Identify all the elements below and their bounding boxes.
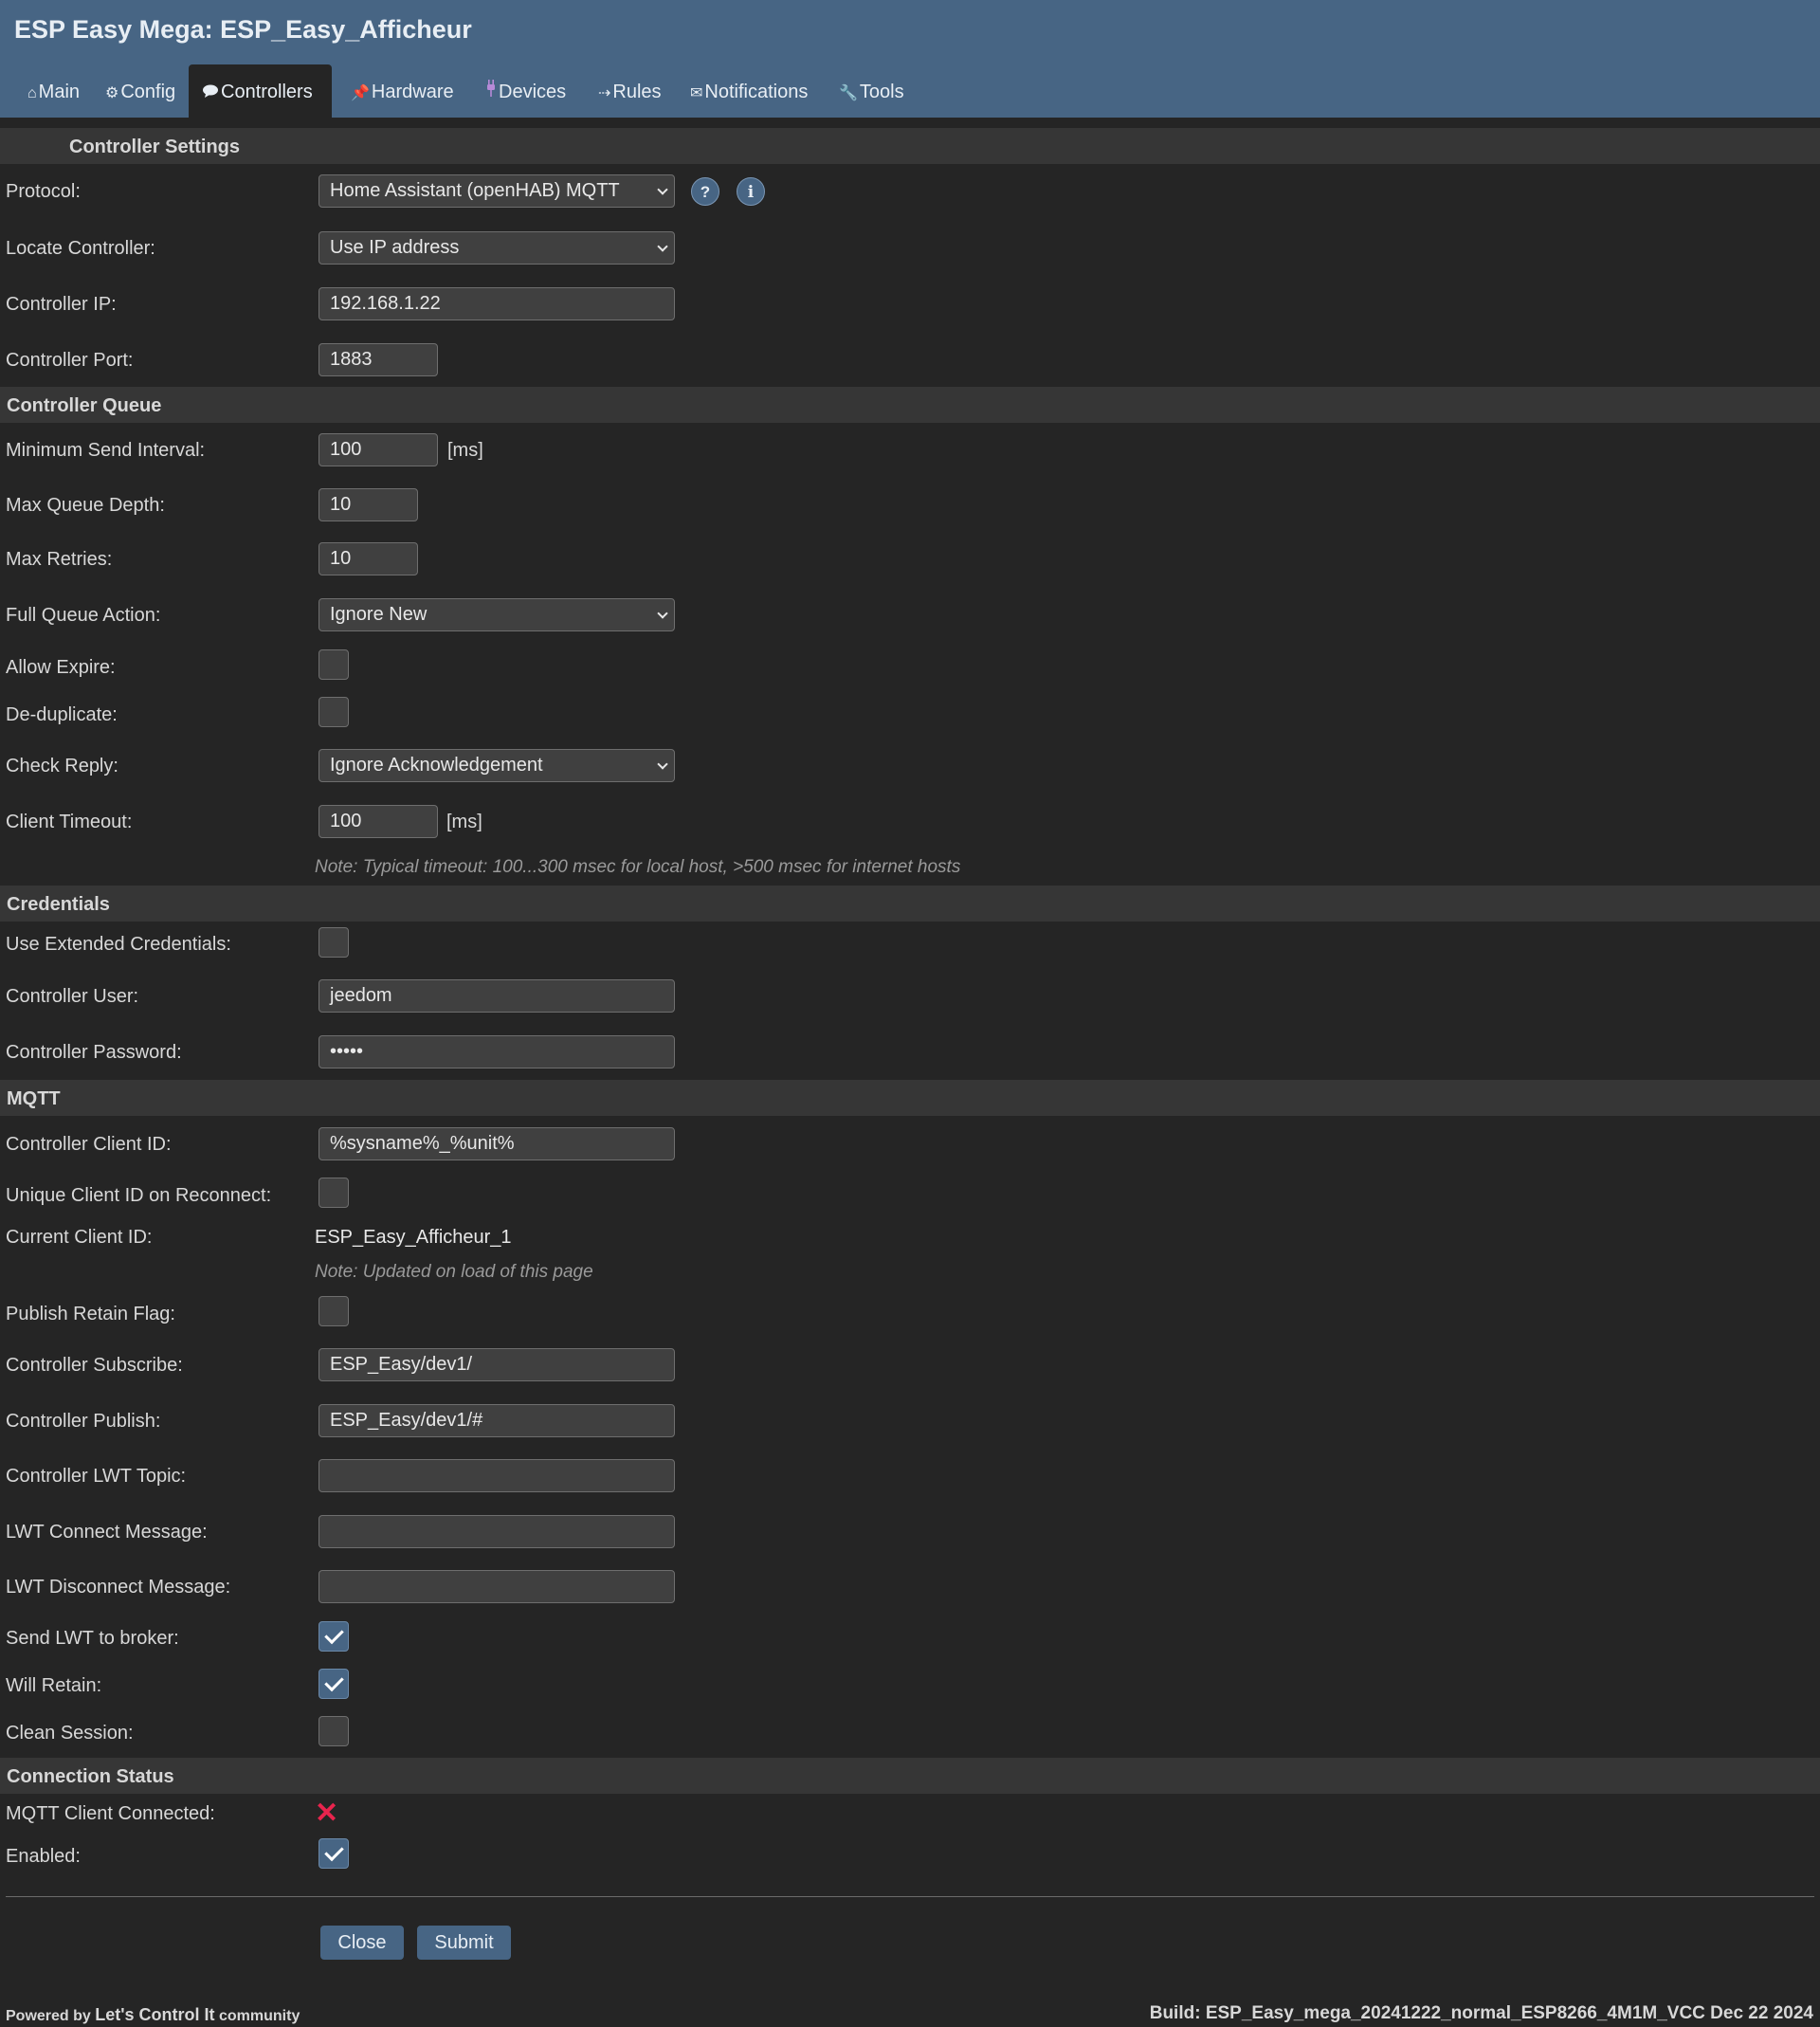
arrow-icon: ⇢	[598, 85, 611, 101]
tab-config[interactable]: ⚙ Config	[92, 64, 189, 118]
full-queue-action-label: Full Queue Action:	[6, 605, 161, 626]
current-client-id-label: Current Client ID:	[6, 1227, 153, 1248]
divider	[6, 1896, 1814, 1897]
lwt-disconnect-input[interactable]	[318, 1570, 675, 1603]
ms-unit-label: [ms]	[446, 812, 482, 832]
lwt-disconnect-label: LWT Disconnect Message:	[6, 1577, 231, 1598]
client-id-input[interactable]: %sysname%_%unit%	[318, 1127, 675, 1160]
clean-session-checkbox[interactable]	[318, 1716, 349, 1746]
max-queue-depth-label: Max Queue Depth:	[6, 495, 165, 516]
controller-subscribe-input[interactable]: ESP_Easy/dev1/	[318, 1348, 675, 1381]
send-lwt-label: Send LWT to broker:	[6, 1628, 179, 1649]
section-heading: Controller Queue	[7, 395, 162, 416]
lwt-connect-input[interactable]	[318, 1515, 675, 1548]
locate-controller-label: Locate Controller:	[6, 238, 155, 259]
home-icon: ⌂	[27, 85, 37, 101]
extended-credentials-label: Use Extended Credentials:	[6, 934, 231, 955]
send-lwt-checkbox[interactable]	[318, 1621, 349, 1652]
tab-tools[interactable]: 🔧 Tools	[826, 64, 918, 118]
controller-password-label: Controller Password:	[6, 1042, 182, 1063]
current-client-id-note: Note: Updated on load of this page	[315, 1262, 593, 1282]
page-title: ESP Easy Mega: ESP_Easy_Afficheur	[14, 15, 472, 44]
controller-password-input[interactable]: •••••	[318, 1035, 675, 1068]
controller-port-input[interactable]: 1883	[318, 343, 438, 376]
pushpin-icon: 📌	[351, 85, 370, 101]
will-retain-checkbox[interactable]	[318, 1669, 349, 1699]
gear-icon: ⚙	[105, 85, 119, 101]
check-reply-label: Check Reply:	[6, 756, 118, 776]
lwt-connect-label: LWT Connect Message:	[6, 1522, 208, 1543]
build-info: Build: ESP_Easy_mega_20241222_normal_ESP…	[1149, 2003, 1813, 2023]
section-controller-settings: Controller Settings	[0, 128, 1820, 164]
min-send-interval-label: Minimum Send Interval:	[6, 440, 206, 461]
client-timeout-input[interactable]: 100	[318, 805, 438, 838]
tab-devices[interactable]: Devices	[472, 64, 579, 118]
client-id-label: Controller Client ID:	[6, 1134, 172, 1155]
plug-icon	[485, 66, 497, 121]
x-icon: ✕	[315, 1798, 339, 1829]
clean-session-label: Clean Session:	[6, 1723, 134, 1744]
current-client-id-value: ESP_Easy_Afficheur_1	[315, 1227, 512, 1248]
ms-unit-label: [ms]	[447, 440, 483, 461]
submit-button[interactable]: Submit	[417, 1926, 511, 1960]
deduplicate-label: De-duplicate:	[6, 704, 118, 725]
enabled-checkbox[interactable]	[318, 1838, 349, 1869]
envelope-icon: ✉	[690, 85, 703, 101]
check-reply-select[interactable]: Ignore Acknowledgement	[318, 749, 675, 782]
unique-client-id-checkbox[interactable]	[318, 1178, 349, 1208]
section-heading: Connection Status	[7, 1766, 174, 1787]
section-heading: MQTT	[7, 1088, 61, 1109]
footer-powered-by: Powered by Let's Control It community	[6, 2005, 300, 2024]
lwt-topic-input[interactable]	[318, 1459, 675, 1492]
controller-port-label: Controller Port:	[6, 350, 134, 371]
section-heading: Credentials	[7, 894, 110, 915]
max-retries-input[interactable]: 10	[318, 542, 418, 575]
tab-main[interactable]: ⌂ Main	[14, 64, 93, 118]
tab-controllers[interactable]: Controllers	[189, 64, 332, 118]
allow-expire-checkbox[interactable]	[318, 649, 349, 680]
client-timeout-label: Client Timeout:	[6, 812, 133, 832]
mqtt-connected-label: MQTT Client Connected:	[6, 1803, 215, 1824]
max-retries-label: Max Retries:	[6, 549, 113, 570]
close-button[interactable]: Close	[320, 1926, 404, 1960]
wrench-icon: 🔧	[839, 85, 858, 101]
controller-user-label: Controller User:	[6, 986, 139, 1007]
controller-publish-input[interactable]: ESP_Easy/dev1/#	[318, 1404, 675, 1437]
tab-notifications[interactable]: ✉ Notifications	[677, 64, 821, 118]
allow-expire-label: Allow Expire:	[6, 657, 116, 678]
top-header: ESP Easy Mega: ESP_Easy_Afficheur ⌂ Main …	[0, 0, 1820, 118]
controller-publish-label: Controller Publish:	[6, 1411, 161, 1432]
protocol-label: Protocol:	[6, 181, 81, 202]
community-link[interactable]: Let's Control It	[95, 2005, 214, 2024]
section-controller-queue: Controller Queue	[0, 387, 1820, 423]
protocol-select[interactable]: Home Assistant (openHAB) MQTT	[318, 174, 675, 208]
section-connection-status: Connection Status	[0, 1758, 1820, 1794]
controller-subscribe-label: Controller Subscribe:	[6, 1355, 183, 1376]
will-retain-label: Will Retain:	[6, 1675, 102, 1696]
enabled-label: Enabled:	[6, 1846, 81, 1867]
lwt-topic-label: Controller LWT Topic:	[6, 1466, 187, 1487]
extended-credentials-checkbox[interactable]	[318, 927, 349, 958]
tab-hardware[interactable]: 📌 Hardware	[337, 64, 467, 118]
publish-retain-label: Publish Retain Flag:	[6, 1304, 175, 1324]
controller-user-input[interactable]: jeedom	[318, 979, 675, 1013]
section-heading: Controller Settings	[69, 137, 241, 157]
controller-ip-label: Controller IP:	[6, 294, 117, 315]
timeout-note: Note: Typical timeout: 100...300 msec fo…	[315, 857, 961, 877]
tab-rules[interactable]: ⇢ Rules	[585, 64, 675, 118]
help-icon[interactable]: ?	[691, 177, 719, 206]
locate-controller-select[interactable]: Use IP address	[318, 231, 675, 265]
deduplicate-checkbox[interactable]	[318, 697, 349, 727]
publish-retain-checkbox[interactable]	[318, 1296, 349, 1326]
min-send-interval-input[interactable]: 100	[318, 433, 438, 466]
controller-ip-input[interactable]: 192.168.1.22	[318, 287, 675, 320]
max-queue-depth-input[interactable]: 10	[318, 488, 418, 521]
full-queue-action-select[interactable]: Ignore New	[318, 598, 675, 631]
speech-bubble-icon	[202, 66, 219, 121]
info-icon[interactable]: i	[737, 177, 765, 206]
unique-client-id-label: Unique Client ID on Reconnect:	[6, 1185, 272, 1206]
section-mqtt: MQTT	[0, 1080, 1820, 1116]
section-credentials: Credentials	[0, 886, 1820, 922]
